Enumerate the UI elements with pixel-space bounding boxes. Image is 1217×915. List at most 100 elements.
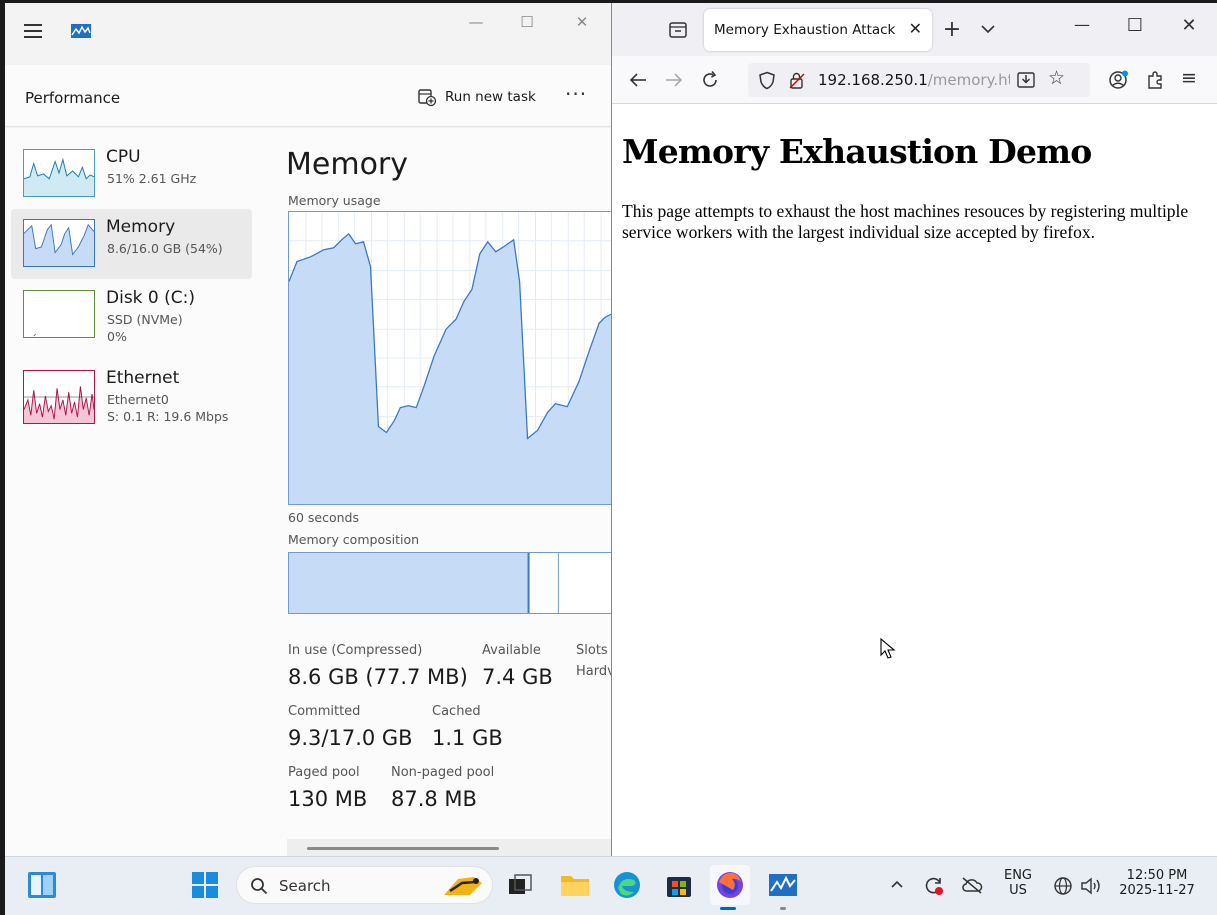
- memory-heading: Memory: [286, 147, 409, 182]
- run-new-task-label: Run new task: [445, 89, 536, 105]
- task-manager-titlebar: — ☐ ✕: [5, 3, 611, 63]
- new-tab-icon[interactable]: +: [941, 17, 963, 42]
- cached-value: 1.1 GB: [432, 726, 503, 750]
- windows-taskbar: Search ENG US 12:50 PM 2025-11-27: [5, 856, 1217, 915]
- cpu-thumbnail-graph: [23, 149, 95, 197]
- memory-composition-label: Memory composition: [288, 532, 420, 547]
- memory-composition-bar: [288, 552, 611, 614]
- run-new-task-button[interactable]: Run new task: [417, 85, 536, 109]
- shield-icon[interactable]: [758, 71, 776, 90]
- reload-icon[interactable]: [700, 70, 720, 90]
- edge-browser-button[interactable]: [607, 865, 647, 905]
- widgets-button[interactable]: [22, 865, 62, 905]
- slots-label: Slots: [576, 643, 608, 658]
- cloud-offline-icon[interactable]: [961, 876, 983, 894]
- paged-pool-label: Paged pool: [288, 765, 360, 780]
- windows-logo-icon: [192, 872, 218, 898]
- task-manager-window: — ☐ ✕ Performance Run new task ··· CPU 5…: [5, 3, 611, 856]
- lock-warning-icon[interactable]: [788, 71, 806, 90]
- page-description: This page attempts to exhaust the host m…: [622, 201, 1189, 242]
- sidebar-item-cpu[interactable]: CPU 51% 2.61 GHz: [11, 139, 252, 209]
- firefox-window: Memory Exhaustion Attack ✕ + — ☐ ✕ 192.1…: [611, 3, 1217, 856]
- hamburger-menu-icon[interactable]: [24, 24, 42, 38]
- scrollbar-thumb[interactable]: [307, 847, 499, 850]
- tab-memory-exhaustion[interactable]: Memory Exhaustion Attack ✕: [704, 9, 932, 51]
- more-options-icon[interactable]: ···: [565, 82, 587, 106]
- network-globe-icon[interactable]: [1053, 876, 1073, 896]
- clock[interactable]: 12:50 PM 2025-11-27: [1115, 868, 1199, 898]
- tab-strip: Memory Exhaustion Attack ✕ + — ☐ ✕: [612, 3, 1217, 56]
- task-manager-taskbar-button[interactable]: [763, 865, 803, 905]
- show-hidden-icons-chevron-icon[interactable]: [890, 879, 904, 889]
- search-placeholder: Search: [279, 877, 331, 895]
- save-page-icon[interactable]: [1016, 70, 1036, 90]
- url-host: 192.168.250.1: [818, 71, 928, 89]
- url-text[interactable]: 192.168.250.1/memory.htm: [818, 71, 1010, 89]
- search-icon: [251, 878, 268, 895]
- firefox-taskbar-button[interactable]: [710, 865, 750, 905]
- sidebar-item-label: Ethernet: [106, 368, 180, 388]
- minimize-icon[interactable]: —: [1067, 15, 1097, 34]
- chevron-down-icon[interactable]: [980, 23, 996, 35]
- minimize-icon[interactable]: —: [461, 13, 491, 31]
- maximize-icon[interactable]: ☐: [1120, 15, 1150, 36]
- sidebar-item-memory[interactable]: Memory 8.6/16.0 GB (54%): [11, 209, 252, 279]
- clock-time: 12:50 PM: [1126, 868, 1188, 883]
- sync-recording-icon[interactable]: [923, 875, 945, 897]
- widgets-icon: [28, 872, 56, 898]
- language-code: ENG: [1003, 868, 1032, 883]
- memory-usage-label: Memory usage: [288, 193, 381, 208]
- url-bar[interactable]: 192.168.250.1/memory.htm ☆: [748, 63, 1090, 97]
- input-language-indicator[interactable]: ENG US: [1000, 868, 1036, 898]
- file-explorer-button[interactable]: [555, 865, 595, 905]
- firefox-running-indicator: [720, 907, 736, 910]
- close-icon[interactable]: ✕: [1174, 15, 1204, 36]
- cached-label: Cached: [432, 704, 481, 719]
- task-manager-icon: [769, 874, 797, 896]
- microsoft-store-button[interactable]: [659, 865, 699, 905]
- sidebar-item-detail: S: 0.1 R: 19.6 Mbps: [107, 409, 229, 424]
- edge-icon: [614, 872, 640, 898]
- sidebar-item-ethernet[interactable]: Ethernet Ethernet0 S: 0.1 R: 19.6 Mbps: [11, 360, 252, 430]
- extensions-icon[interactable]: [1145, 70, 1165, 90]
- horizontal-scrollbar[interactable]: [287, 839, 611, 856]
- forward-arrow-icon[interactable]: [664, 71, 684, 89]
- available-label: Available: [482, 643, 541, 658]
- start-button[interactable]: [185, 865, 225, 905]
- firefox-view-icon[interactable]: [668, 20, 688, 40]
- sidebar-item-disk[interactable]: Disk 0 (C:) SSD (NVMe) 0%: [11, 280, 252, 350]
- close-icon[interactable]: ✕: [567, 13, 597, 31]
- volume-icon[interactable]: [1080, 876, 1102, 896]
- performance-header: Performance Run new task ···: [5, 65, 611, 127]
- disk-thumbnail-graph: [23, 290, 95, 338]
- account-icon[interactable]: [1108, 70, 1130, 90]
- maximize-icon[interactable]: ☐: [512, 13, 542, 31]
- tab-title: Memory Exhaustion Attack: [714, 22, 896, 38]
- keyboard-layout: US: [1009, 883, 1027, 898]
- page-heading: Memory Exhaustion Demo: [622, 132, 1092, 171]
- url-path: /memory.htm: [927, 71, 1010, 89]
- memory-usage-graph: [288, 211, 611, 505]
- task-manager-running-indicator: [780, 907, 786, 910]
- sidebar-item-label: Disk 0 (C:): [106, 288, 196, 308]
- tab-close-icon[interactable]: ✕: [909, 19, 922, 38]
- store-icon: [667, 877, 691, 897]
- time-range-label: 60 seconds: [288, 510, 359, 525]
- task-manager-app-icon: [71, 24, 91, 38]
- committed-value: 9.3/17.0 GB: [288, 726, 413, 750]
- run-task-icon: [418, 89, 437, 107]
- sidebar-item-detail: 8.6/16.0 GB (54%): [107, 241, 223, 256]
- non-paged-pool-label: Non-paged pool: [391, 765, 495, 780]
- memory-thumbnail-graph: [23, 219, 95, 267]
- web-page-content: Memory Exhaustion Demo This page attempt…: [612, 104, 1217, 856]
- in-use-label: In use (Compressed): [288, 643, 423, 658]
- in-use-value: 8.6 GB (77.7 MB): [288, 665, 468, 689]
- app-menu-icon[interactable]: ≡: [1178, 67, 1200, 89]
- sidebar-item-detail: SSD (NVMe): [107, 312, 183, 327]
- taskbar-search-box[interactable]: Search: [236, 866, 493, 904]
- task-view-button[interactable]: [500, 865, 540, 905]
- sidebar-item-detail: 0%: [107, 329, 127, 344]
- back-arrow-icon[interactable]: [628, 71, 648, 89]
- bookmark-star-icon[interactable]: ☆: [1048, 67, 1065, 89]
- folder-icon: [561, 876, 589, 896]
